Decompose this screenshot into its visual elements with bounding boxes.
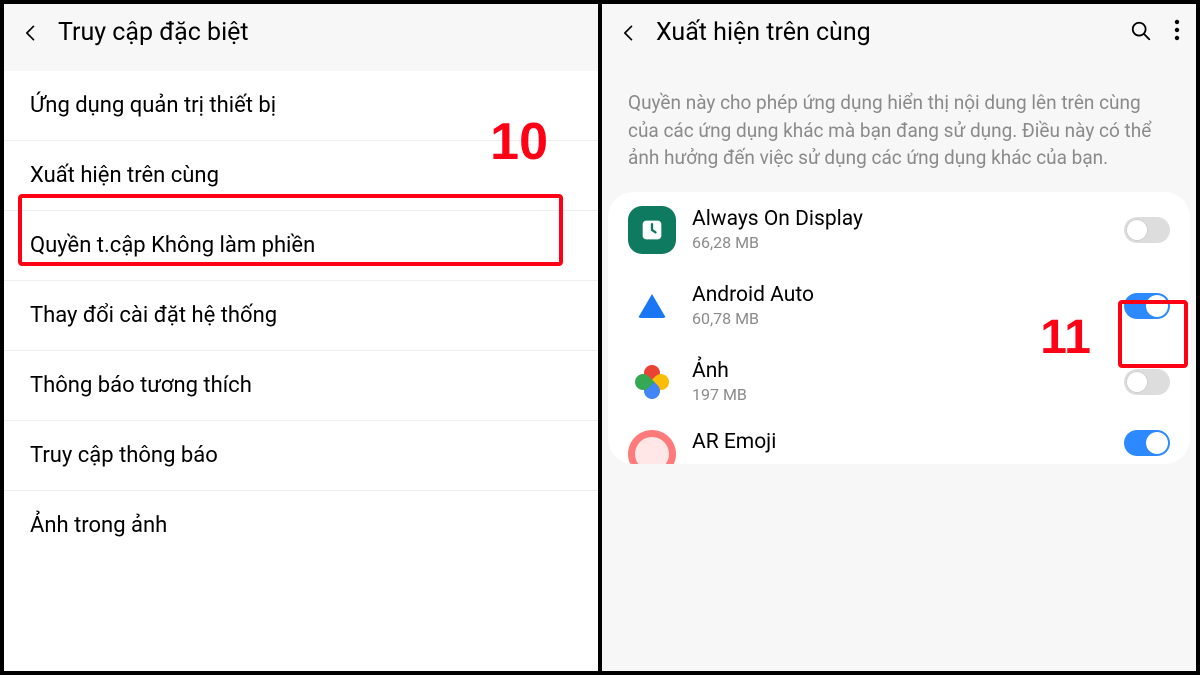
- app-size: 66,28 MB: [692, 233, 1108, 252]
- list-item-modify-system[interactable]: Thay đổi cài đặt hệ thống: [4, 281, 598, 351]
- app-name: AR Emoji: [692, 430, 1108, 454]
- panel-appear-on-top: Xuất hiện trên cùng Quyền này cho phép ứ…: [602, 4, 1196, 671]
- app-name: Android Auto: [692, 283, 1108, 307]
- search-icon[interactable]: [1130, 20, 1152, 46]
- list-item-notification-access[interactable]: Truy cập thông báo: [4, 421, 598, 491]
- list-item-pip[interactable]: Ảnh trong ảnh: [4, 491, 598, 560]
- app-row-android-auto[interactable]: Android Auto 60,78 MB: [608, 268, 1190, 344]
- app-list: Always On Display 66,28 MB Android Auto …: [608, 192, 1190, 464]
- more-icon[interactable]: [1174, 19, 1180, 47]
- app-icon: [628, 206, 676, 254]
- toggle-switch[interactable]: [1124, 293, 1170, 319]
- app-icon: [628, 430, 676, 464]
- permission-description: Quyền này cho phép ứng dụng hiển thị nội…: [602, 71, 1196, 192]
- list-item-dnd-access[interactable]: Quyền t.cập Không làm phiền: [4, 211, 598, 281]
- panel-special-access: Truy cập đặc biệt Ứng dụng quản trị thiế…: [4, 4, 602, 671]
- header: Xuất hiện trên cùng: [602, 4, 1196, 71]
- header: Truy cập đặc biệt: [4, 4, 598, 71]
- app-icon: [628, 358, 676, 406]
- toggle-switch[interactable]: [1124, 430, 1170, 456]
- toggle-switch[interactable]: [1124, 217, 1170, 243]
- app-name: Always On Display: [692, 207, 1108, 231]
- app-icon: [628, 282, 676, 330]
- app-size: 197 MB: [692, 385, 1108, 404]
- app-row-ar-emoji[interactable]: AR Emoji: [608, 420, 1190, 464]
- app-row-always-on-display[interactable]: Always On Display 66,28 MB: [608, 192, 1190, 268]
- back-icon[interactable]: [618, 22, 640, 44]
- page-title: Xuất hiện trên cùng: [656, 18, 1114, 47]
- annotation-step-number: 10: [490, 112, 548, 172]
- annotation-step-number: 11: [1040, 310, 1091, 365]
- app-row-photos[interactable]: Ảnh 197 MB: [608, 344, 1190, 420]
- page-title: Truy cập đặc biệt: [58, 18, 582, 47]
- list-item-compat-notifications[interactable]: Thông báo tương thích: [4, 351, 598, 421]
- back-icon[interactable]: [20, 22, 42, 44]
- toggle-switch[interactable]: [1124, 369, 1170, 395]
